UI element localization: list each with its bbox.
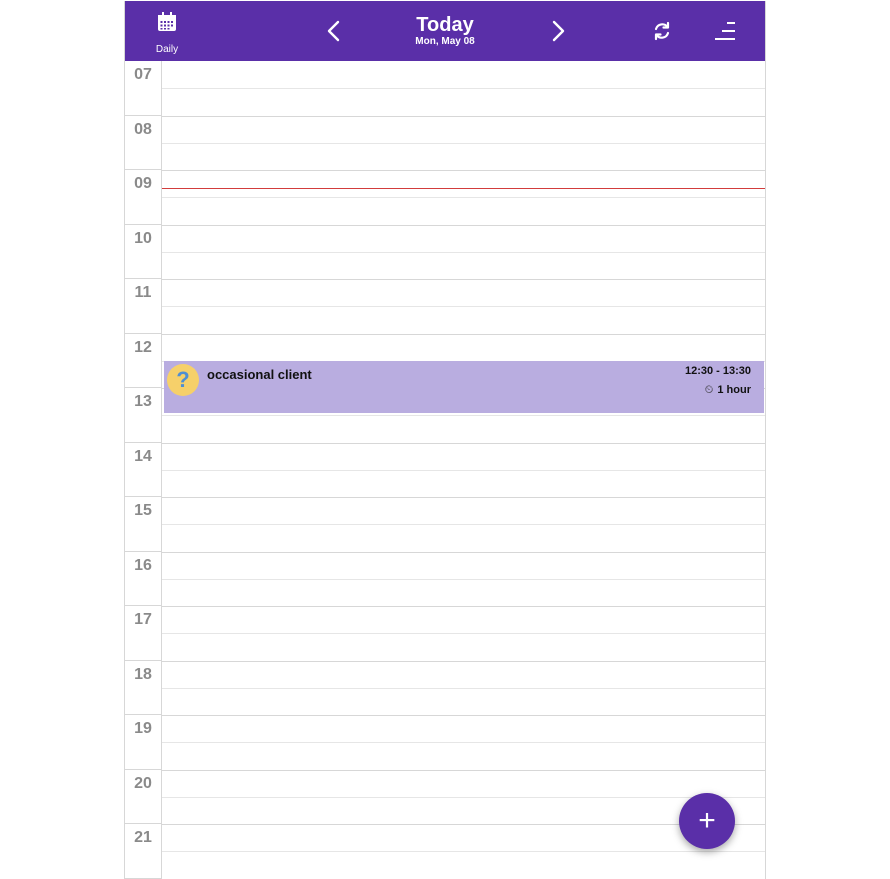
hour-label: 13 bbox=[125, 388, 161, 443]
half-hour-line bbox=[162, 469, 765, 471]
view-switch-button[interactable]: Daily bbox=[147, 10, 187, 55]
hour-label: 10 bbox=[125, 225, 161, 279]
hour-label: 18 bbox=[125, 661, 161, 715]
hour-line bbox=[162, 660, 765, 662]
hour-label: 20 bbox=[125, 770, 161, 824]
event-duration: ⏲ 1 hour bbox=[705, 384, 751, 397]
half-hour-line bbox=[162, 88, 765, 90]
view-label: Daily bbox=[155, 44, 179, 55]
hour-label: 17 bbox=[125, 606, 161, 661]
hour-line bbox=[162, 769, 765, 771]
hour-line bbox=[162, 170, 765, 171]
calendar-icon bbox=[158, 12, 176, 31]
hour-label-column: 07 08 09 10 11 12 13 14 15 16 17 18 19 20 21 bbox=[125, 61, 162, 879]
hour-label: 14 bbox=[125, 443, 161, 497]
current-date: Mon, May 08 bbox=[415, 36, 475, 47]
question-mark-icon: ? bbox=[167, 364, 199, 396]
event-title: occasional client bbox=[207, 367, 312, 382]
day-timeline[interactable]: 07 08 09 10 11 12 13 14 15 16 17 18 19 20 21 ? occasio… bbox=[125, 61, 765, 879]
chevron-right-icon bbox=[552, 20, 565, 42]
hour-line bbox=[162, 497, 765, 498]
add-appointment-button[interactable]: + bbox=[679, 793, 735, 849]
half-hour-line bbox=[162, 851, 765, 853]
top-bar: Daily Today Mon, May 08 bbox=[125, 1, 765, 61]
hour-label: 07 bbox=[125, 61, 161, 116]
half-hour-line bbox=[162, 142, 765, 144]
hour-line bbox=[162, 224, 765, 226]
day-calendar-app: Daily Today Mon, May 08 07 08 09 10 11 1… bbox=[124, 1, 766, 879]
refresh-icon bbox=[654, 21, 670, 41]
hour-line bbox=[162, 279, 765, 280]
hour-label: 19 bbox=[125, 715, 161, 770]
menu-button[interactable] bbox=[710, 16, 740, 46]
hour-label: 21 bbox=[125, 824, 161, 879]
hour-line bbox=[162, 115, 765, 117]
half-hour-line bbox=[162, 633, 765, 635]
refresh-button[interactable] bbox=[647, 16, 677, 46]
next-day-button[interactable] bbox=[543, 16, 573, 46]
menu-icon bbox=[715, 22, 735, 40]
hour-line bbox=[162, 606, 765, 607]
chevron-left-icon bbox=[327, 20, 340, 42]
current-time-indicator bbox=[162, 188, 765, 189]
hour-label: 12 bbox=[125, 334, 161, 388]
hour-label: 15 bbox=[125, 497, 161, 552]
event-duration-label: 1 hour bbox=[717, 384, 751, 396]
half-hour-line bbox=[162, 306, 765, 308]
hour-line bbox=[162, 715, 765, 716]
half-hour-line bbox=[162, 251, 765, 253]
hour-label: 08 bbox=[125, 116, 161, 170]
half-hour-line bbox=[162, 415, 765, 417]
hour-line bbox=[162, 442, 765, 444]
previous-day-button[interactable] bbox=[319, 16, 349, 46]
hour-label: 11 bbox=[125, 279, 161, 334]
event-time-range: 12:30 - 13:30 bbox=[684, 365, 751, 377]
half-hour-line bbox=[162, 524, 765, 526]
hour-label: 16 bbox=[125, 552, 161, 606]
date-title[interactable]: Today Mon, May 08 bbox=[375, 13, 515, 47]
half-hour-line bbox=[162, 197, 765, 199]
hour-label: 09 bbox=[125, 170, 161, 225]
page-title: Today bbox=[416, 14, 474, 36]
half-hour-line bbox=[162, 687, 765, 689]
half-hour-line bbox=[162, 578, 765, 580]
hour-line bbox=[162, 551, 765, 553]
clock-icon: ⏲ bbox=[704, 384, 714, 396]
appointment-event[interactable]: ? occasional client 12:30 - 13:30 ⏲ 1 hou… bbox=[164, 361, 764, 413]
half-hour-line bbox=[162, 796, 765, 798]
hour-line bbox=[162, 824, 765, 825]
half-hour-line bbox=[162, 742, 765, 744]
time-grid[interactable] bbox=[162, 61, 765, 879]
hour-line bbox=[162, 333, 765, 335]
